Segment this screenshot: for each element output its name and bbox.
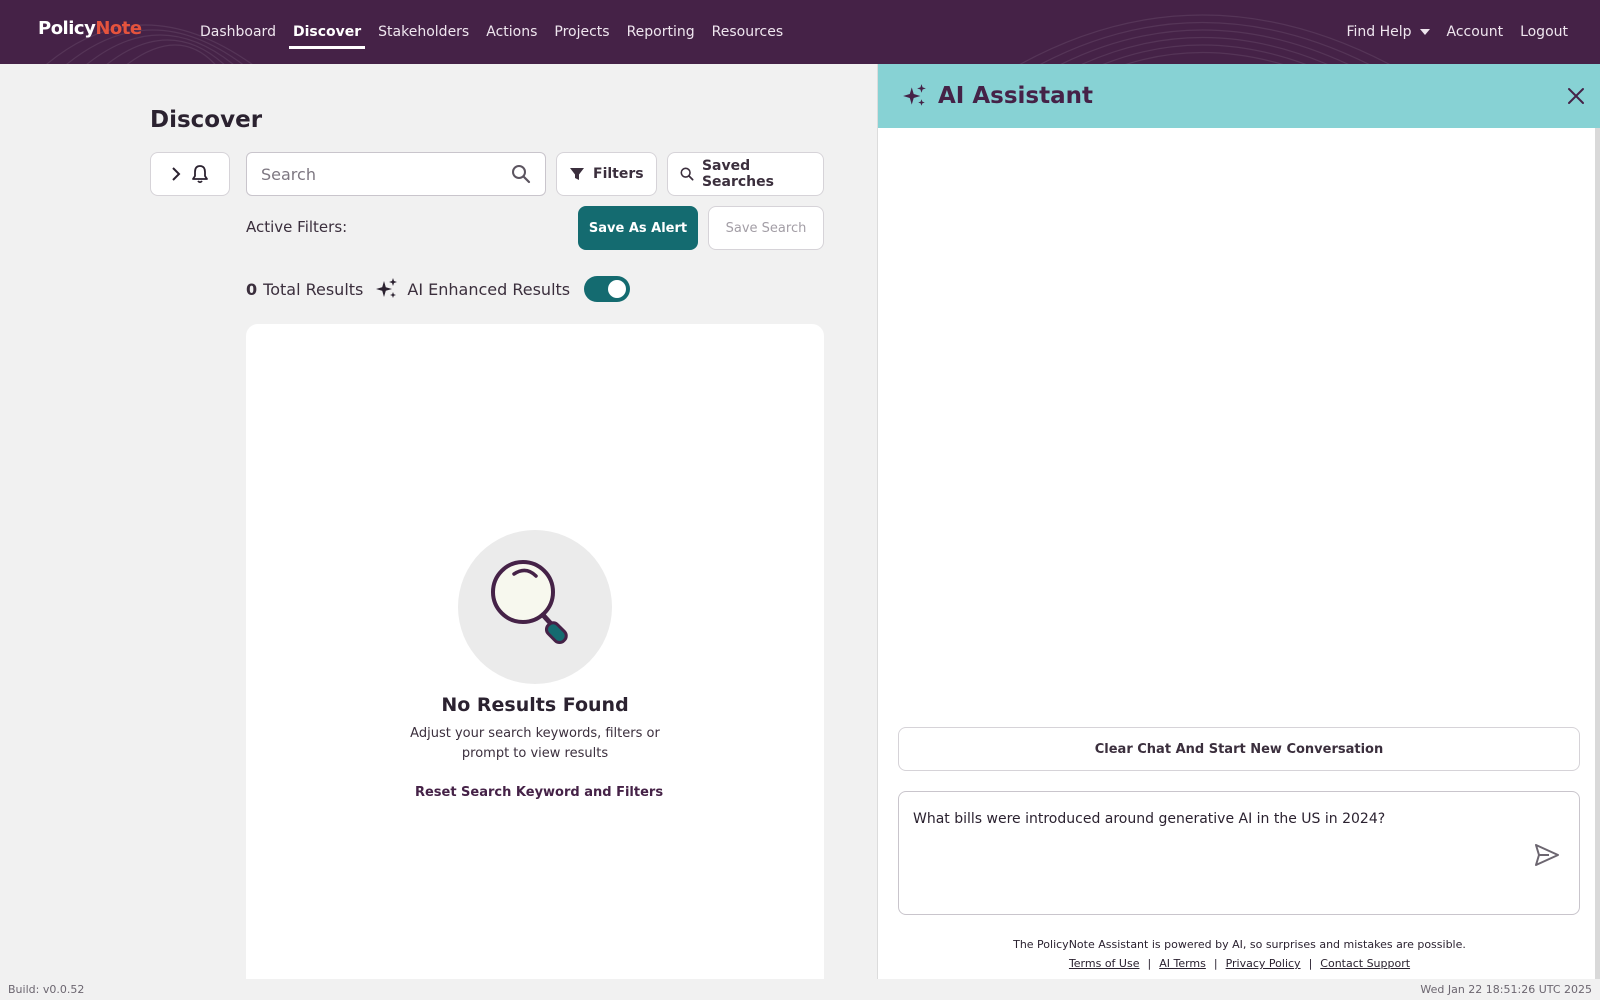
nav-dashboard[interactable]: Dashboard bbox=[200, 0, 276, 64]
chat-input-text[interactable]: What bills were introduced around genera… bbox=[913, 811, 1385, 827]
save-as-alert-button[interactable]: Save As Alert bbox=[578, 206, 698, 250]
logo-text-policy: Policy bbox=[38, 18, 96, 39]
results-panel: No Results Found Adjust your search keyw… bbox=[246, 324, 824, 980]
main-nav: Dashboard Discover Stakeholders Actions … bbox=[200, 0, 800, 64]
user-nav: Find Help Account Logout bbox=[1329, 0, 1600, 64]
sparkle-icon bbox=[903, 84, 926, 106]
magnifier-icon bbox=[491, 560, 568, 645]
ai-assistant-header: AI Assistant bbox=[878, 64, 1600, 128]
chevron-right-icon bbox=[172, 167, 181, 181]
find-help-label: Find Help bbox=[1346, 24, 1412, 40]
app-footer: Build: v0.0.52 Wed Jan 22 18:51:26 UTC 2… bbox=[0, 979, 1600, 1000]
ai-disclaimer: The PolicyNote Assistant is powered by A… bbox=[1013, 938, 1466, 951]
saved-searches-label: Saved Searches bbox=[701, 158, 774, 190]
nav-actions[interactable]: Actions bbox=[486, 0, 537, 64]
policynote-logo[interactable]: PolicyNote bbox=[38, 18, 142, 39]
search-field[interactable] bbox=[246, 152, 546, 196]
privacy-policy-link[interactable]: Privacy Policy bbox=[1226, 957, 1301, 970]
ai-terms-link[interactable]: AI Terms bbox=[1159, 957, 1206, 970]
nav-resources[interactable]: Resources bbox=[712, 0, 784, 64]
search-input[interactable] bbox=[261, 164, 511, 184]
alerts-sidebar-toggle[interactable] bbox=[150, 152, 230, 196]
sparkle-icon bbox=[376, 278, 398, 298]
chat-scrollbar[interactable] bbox=[1595, 128, 1600, 979]
send-icon[interactable] bbox=[1535, 844, 1559, 866]
filters-label: Filters bbox=[593, 166, 644, 182]
ai-enhanced-toggle[interactable] bbox=[584, 276, 631, 302]
build-timestamp: Wed Jan 22 18:51:26 UTC 2025 bbox=[1420, 983, 1592, 996]
empty-state-subtitle: Adjust your search keywords, filters or … bbox=[410, 726, 660, 761]
reset-search-link[interactable]: Reset Search Keyword and Filters bbox=[246, 785, 832, 800]
clear-chat-button[interactable]: Clear Chat And Start New Conversation bbox=[898, 727, 1580, 771]
logo-text-note: Note bbox=[95, 18, 142, 39]
save-search-button[interactable]: Save Search bbox=[708, 206, 824, 250]
ai-enhanced-label: AI Enhanced Results bbox=[407, 279, 571, 299]
contact-support-link[interactable]: Contact Support bbox=[1320, 957, 1410, 970]
bell-icon bbox=[192, 165, 208, 184]
chat-input[interactable]: What bills were introduced around genera… bbox=[898, 791, 1580, 915]
find-help-menu[interactable]: Find Help bbox=[1346, 0, 1430, 64]
link-separator: | bbox=[1213, 957, 1218, 970]
empty-state-illustration bbox=[458, 530, 612, 684]
total-results-count: 0 bbox=[246, 279, 258, 299]
search-icon bbox=[680, 167, 694, 181]
ai-assistant-title: AI Assistant bbox=[938, 83, 1094, 109]
nav-reporting[interactable]: Reporting bbox=[627, 0, 695, 64]
link-separator: | bbox=[1308, 957, 1313, 970]
chevron-down-icon bbox=[1419, 29, 1430, 35]
results-summary: 0 Total Results AI Enhanced Results bbox=[246, 276, 631, 302]
close-icon[interactable] bbox=[1566, 86, 1586, 106]
nav-logout[interactable]: Logout bbox=[1520, 0, 1568, 64]
ai-assistant-panel: AI Assistant Clear Chat And Start New Co… bbox=[877, 64, 1600, 979]
filter-icon bbox=[570, 168, 584, 180]
nav-stakeholders[interactable]: Stakeholders bbox=[378, 0, 469, 64]
ai-footer-links: Terms of Use | AI Terms | Privacy Policy | Con… bbox=[878, 957, 1600, 970]
nav-projects[interactable]: Projects bbox=[554, 0, 609, 64]
build-version: Build: v0.0.52 bbox=[8, 983, 85, 996]
top-navigation: PolicyNote Dashboard Discover Stakeholde… bbox=[0, 0, 1600, 64]
search-icon[interactable] bbox=[511, 164, 531, 184]
filters-button[interactable]: Filters bbox=[556, 152, 657, 196]
empty-state-title: No Results Found bbox=[441, 694, 629, 716]
active-filters-label: Active Filters: bbox=[246, 218, 348, 236]
page-title: Discover bbox=[150, 107, 263, 133]
saved-searches-button[interactable]: Saved Searches bbox=[667, 152, 824, 196]
terms-of-use-link[interactable]: Terms of Use bbox=[1069, 957, 1140, 970]
total-results-label: Total Results bbox=[263, 279, 364, 299]
link-separator: | bbox=[1147, 957, 1152, 970]
nav-discover[interactable]: Discover bbox=[288, 0, 366, 64]
nav-account[interactable]: Account bbox=[1447, 0, 1504, 64]
